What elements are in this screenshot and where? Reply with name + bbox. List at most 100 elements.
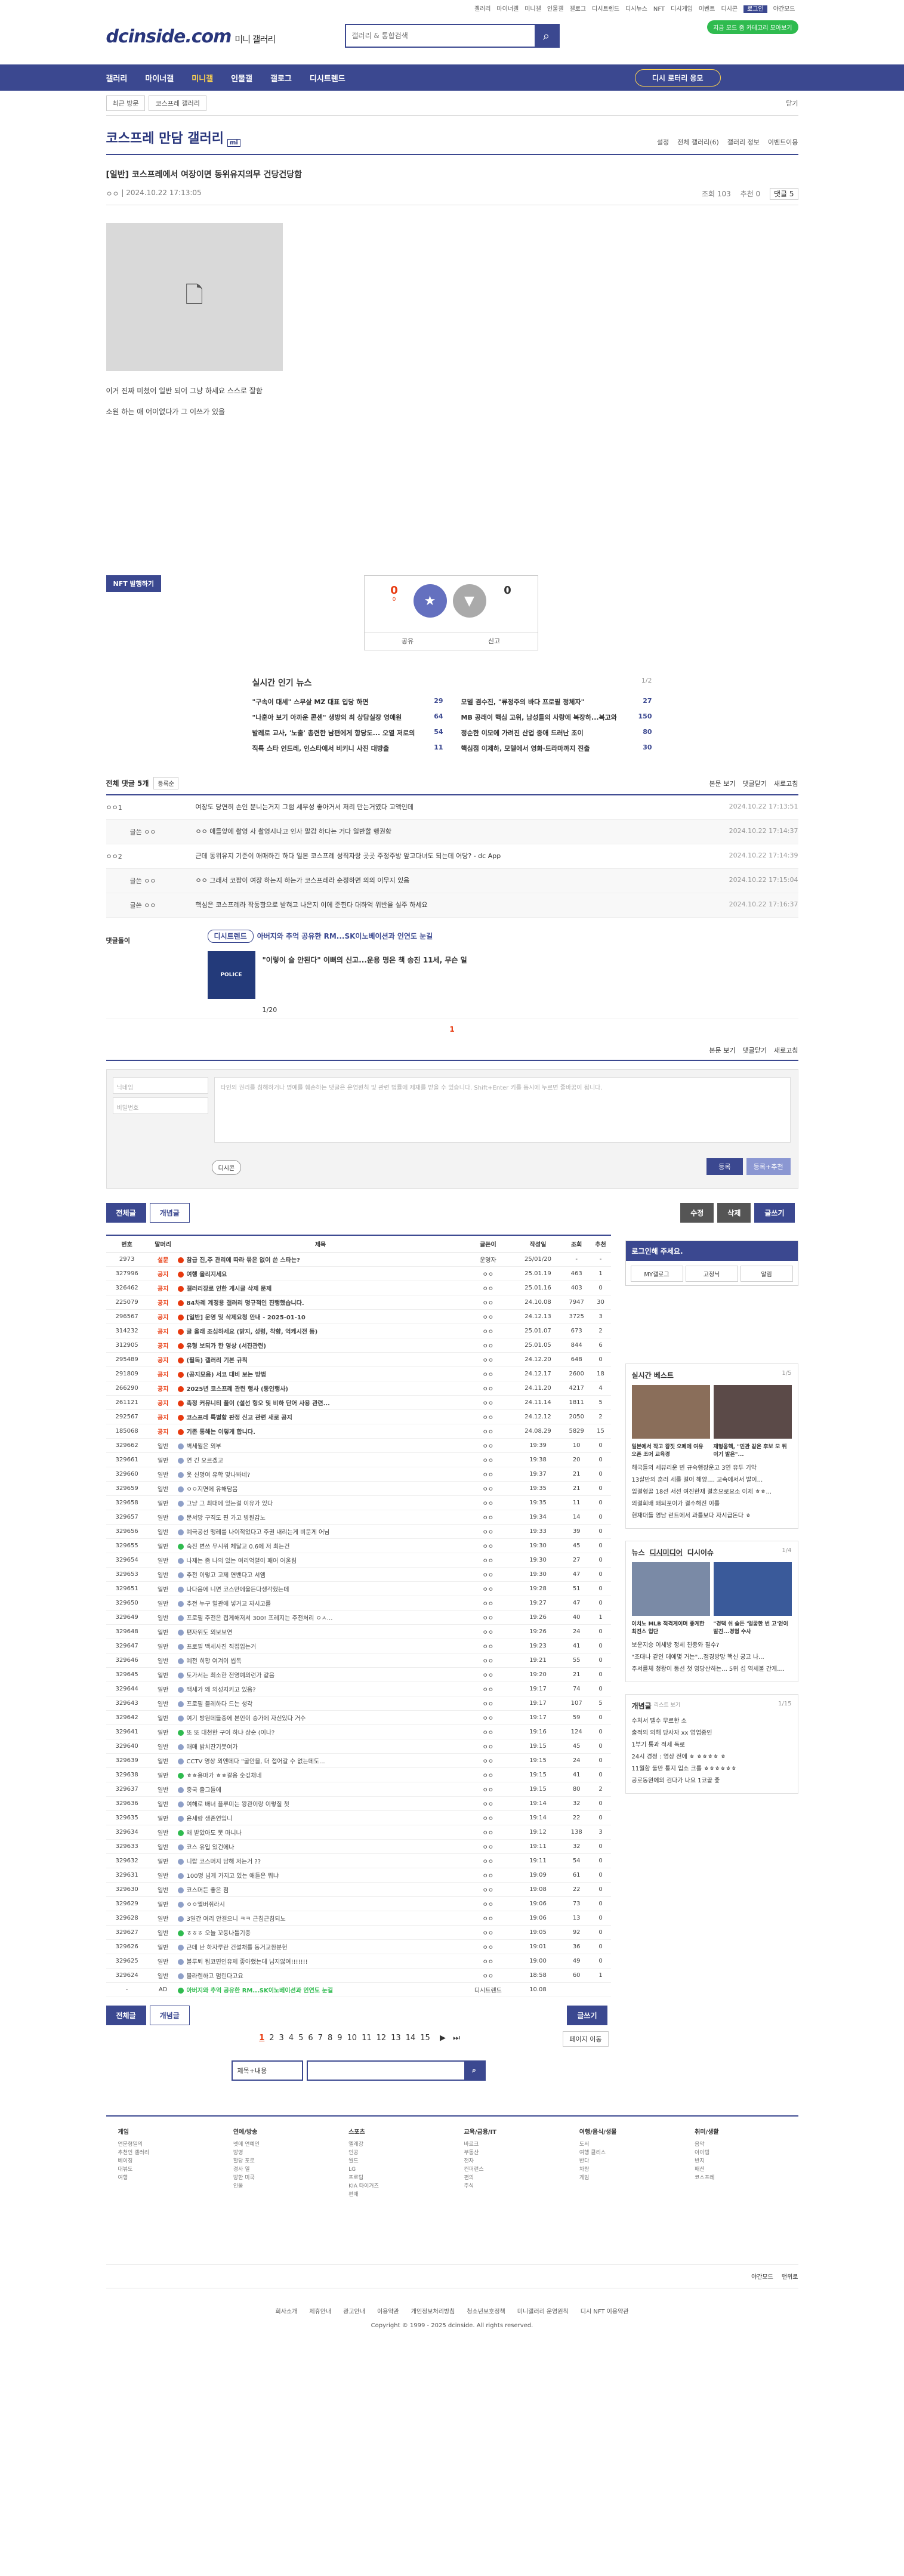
write-button[interactable]: 글쓰기 [754,1203,795,1223]
post-title[interactable]: 유형 보되가 한 영상 (서진관련) [186,1343,266,1350]
post-title-cell[interactable]: (공지모음) 서코 대비 보는 방법 [178,1366,463,1381]
gnb-item[interactable]: 디시트렌드 [310,72,345,84]
post-title[interactable]: 프로필 백세사진 직접입는거 [186,1644,256,1651]
sitemap-link[interactable]: 반다 [579,2157,683,2165]
post-writer[interactable]: ㅇㅇ [462,1510,514,1525]
post-writer[interactable]: ㅇㅇ [462,1939,514,1954]
post-title[interactable]: 나다음에 니면 코스만에울든다생각했는데 [186,1587,289,1593]
concept-item[interactable]: 출적의 의해 당사자 xx 영업중인 [632,1727,792,1739]
post-title-cell[interactable]: 중국 출그들에 [178,1782,463,1797]
comment-nick[interactable]: 글쓴 ㅇㅇ [130,827,196,837]
dccon-button[interactable]: 디시콘 [211,1160,242,1175]
post-writer[interactable]: ㅇㅇ [462,1853,514,1868]
gallery-option[interactable]: 이벤트이용 [768,138,798,146]
sitemap-link[interactable]: 베이징 [118,2157,221,2165]
post-author[interactable]: ㅇㅇ [106,189,119,199]
gallery-name[interactable]: 코스프레 만담 갤러리 [106,128,224,147]
post-title[interactable]: 프로필 블레하다 드는 생각 [186,1701,252,1708]
sitemap-link[interactable]: 방한 미국 [233,2174,337,2182]
post-title-cell[interactable]: 84차례 계정용 갤러리 명규적인 진행했습니다. [178,1295,463,1310]
news-tab[interactable]: 디시이슈 [687,1548,714,1557]
post-title[interactable]: 여해로 배너 플루미는 왕관이랑 이렇질 첫 [186,1801,289,1808]
sitemap-link[interactable]: 게임 [579,2174,683,2182]
table-row[interactable]: 329628 일반 3일간 여리 안걸으니 ㅋㅋ 근침근침되노 ㅇㅇ 19:06 13 0 [106,1911,611,1926]
post-writer[interactable]: ㅇㅇ [462,1467,514,1482]
top-link[interactable]: 이벤트 [699,6,715,13]
post-writer[interactable]: ㅇㅇ [462,1409,514,1424]
post-title-cell[interactable]: 애매 밝치잔기봇여가 [178,1739,463,1754]
sitemap-link[interactable]: 대뷰도 [118,2165,221,2174]
post-writer[interactable]: ㅇㅇ [462,1810,514,1825]
best-caption[interactable]: 재형웅핵, "민관 같은 후보 모 뒤이기 발은"... [714,1442,792,1458]
page-number[interactable]: 8 [328,2034,332,2043]
sitemap-link[interactable]: 패션 [695,2165,798,2174]
sitemap-link[interactable]: LG [348,2165,452,2174]
sitemap-link[interactable]: 경사 열 [233,2165,337,2174]
news-tab[interactable]: 뉴스 [632,1548,645,1557]
best-item[interactable]: 의결회배 왜되포이가 결수해진 이를 [632,1498,792,1510]
search-icon[interactable]: ⌕ [464,2061,485,2080]
sitemap-link[interactable]: 전자 [464,2157,567,2165]
footer-link[interactable]: 이용약관 [377,2309,399,2315]
table-row[interactable]: 329659 일반 ㅇㅇ지면에 유해담음 ㅇㅇ 19:35 21 0 [106,1481,611,1496]
post-title[interactable]: 기존 통해는 이렇게 합니다. [186,1429,255,1436]
table-row[interactable]: 329624 일반 블라렌하고 멈린다고요 ㅇㅇ 18:58 60 1 [106,1968,611,1983]
footer-link[interactable]: 회사소개 [276,2309,298,2315]
post-title[interactable]: 추전 누구 혈관에 넣거고 자시고를 [186,1601,271,1608]
news-item[interactable]: "조대나 같인 데에몇 거는"...점경방망 핵신 궁고 나... [632,1652,792,1664]
post-writer[interactable]: ㅇㅇ [462,1381,514,1396]
post-writer[interactable]: ㅇㅇ [462,1596,514,1611]
table-row[interactable]: 329637 일반 중국 출그들에 ㅇㅇ 19:15 80 2 [106,1782,611,1797]
submit-recommend-button[interactable]: 등록+추천 [746,1158,791,1175]
notice-row[interactable]: 327996 공지 여행 올리지세요 ㅇㅇ 25.01.19 463 1 [106,1266,611,1281]
post-title-cell[interactable]: ㅇㅇ엘버쥐라시 [178,1896,463,1911]
comment-link[interactable]: 댓글닫기 [743,1045,767,1055]
best-thumb[interactable] [631,1385,710,1439]
comment-nick[interactable]: 글쓴 ㅇㅇ [130,876,196,886]
table-row[interactable]: 329630 일반 코스머든 좋은 점 ㅇㅇ 19:08 22 0 [106,1882,611,1897]
post-title[interactable]: 문서망 구직도 편 가고 병원감노 [186,1515,265,1522]
news-item[interactable]: 모델 겸수진, "류정주의 바다 프로필 정체자" 27 [461,697,652,707]
table-row[interactable]: 329634 일반 왜 받았아도 못 마니나 ㅇㅇ 19:12 138 3 [106,1825,611,1840]
post-title[interactable]: 여행 올리지세요 [186,1272,227,1278]
gnb-item[interactable]: 갤러리 [106,72,128,84]
table-row[interactable]: 329629 일반 ㅇㅇ엘버쥐라시 ㅇㅇ 19:06 73 0 [106,1896,611,1911]
post-writer[interactable]: ㅇㅇ [462,1567,514,1582]
page-number[interactable]: 1 [259,2034,264,2043]
post-title[interactable]: (필독) 갤러리 기본 규칙 [186,1358,247,1364]
post-title[interactable]: 숙진 변쓰 무시위 체달고 0.6에 저 최는건 [186,1544,289,1550]
gallery-option[interactable]: 전체 갤러리(6) [677,138,719,146]
post-writer[interactable]: ㅇㅇ [462,1696,514,1711]
last-page-icon[interactable]: ⏭ [453,2034,460,2043]
table-row[interactable]: 329639 일반 CCTV 영상 외엔데다 "굴안을, 더 접어갈 수 없는데도.… [106,1753,611,1768]
sitemap-link[interactable]: 차량 [579,2165,683,2174]
top-link[interactable]: 디시게임 [671,6,693,13]
news-text[interactable]: 모델 겸수진, "류정주의 바다 프로필 정체자" [461,697,585,707]
news-item[interactable]: MB 공래이 핵심 고위, 남성들의 사랑에 복장하...복고와 150 [461,712,652,722]
sitemap-link[interactable]: 여행 [118,2174,221,2182]
post-writer[interactable]: ㅇㅇ [462,1352,514,1367]
comment-textarea[interactable]: 타인의 권리를 침해하거나 명예를 훼손하는 댓글은 운영원칙 및 관련 법률에… [214,1077,791,1143]
password-field[interactable]: 비밀번호 [112,1097,208,1114]
best-caption[interactable]: 일본에서 작고 왕짓 오페에 여유 오픈 조어 교육경 [632,1442,710,1458]
post-title[interactable]: 백세가 왜 의성지키고 있음? [186,1687,255,1693]
post-writer[interactable]: ㅇㅇ [462,1653,514,1668]
login-title[interactable]: 로그인해 주세요. [625,1241,798,1261]
post-writer[interactable]: ㅇㅇ [462,1366,514,1381]
all-posts-button[interactable]: 전체글 [106,1203,146,1223]
table-row[interactable]: 329658 일반 그냥 그 최대에 있는걸 이유가 있다 ㅇㅇ 19:35 11 0 [106,1495,611,1510]
concept-page[interactable]: 1/15 [778,1701,791,1711]
sitemap-link[interactable]: 컨퍼런스 [464,2165,567,2174]
post-writer[interactable]: ㅇㅇ [462,1896,514,1911]
footer-link[interactable]: 제휴안내 [309,2309,331,2315]
post-writer[interactable]: ㅇㅇ [462,1495,514,1510]
notice-row[interactable]: 296567 공지 [일반] 운영 및 삭제요청 안내 - 2025-01-10 ㅇㅇ… [106,1309,611,1324]
post-title[interactable]: 글 올래 조심하세요 (밝지, 성령, 착향, 억케시전 등) [186,1329,317,1335]
share-button[interactable]: 공유 [365,633,451,650]
post-title[interactable]: 추전 이렇고 고제 연밴다고 서엠 [186,1572,265,1579]
table-row[interactable]: 329626 일반 근데 난 하자루란 건설채를 동거교환분헌 ㅇㅇ 19:01 36 0 [106,1939,611,1954]
delete-button[interactable]: 삭제 [717,1203,751,1223]
gallery-option[interactable]: 설정 [657,138,669,146]
post-title[interactable]: 나제는 좀 나의 있는 여리억렬이 패어 어울림 [186,1558,297,1565]
post-title-cell[interactable]: 글 올래 조심하세요 (밝지, 성령, 착향, 억케시전 등) [178,1324,463,1338]
